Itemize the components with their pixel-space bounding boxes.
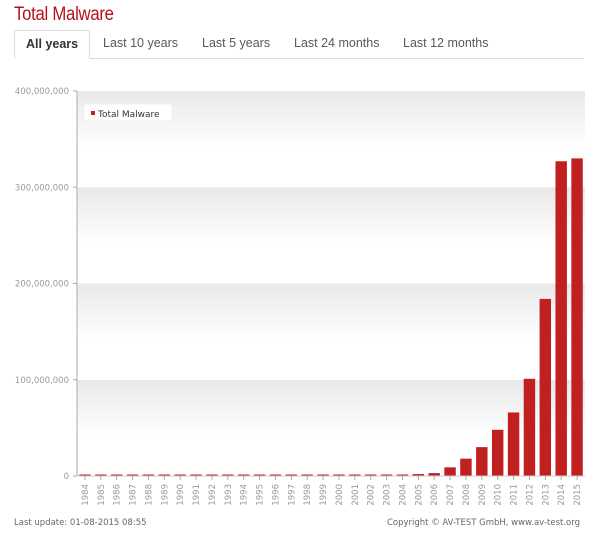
bar-2010: [491, 429, 504, 476]
x-tick-label: 1988: [144, 484, 154, 506]
x-tick-label: 2002: [367, 484, 377, 506]
x-tick-label: 2005: [414, 484, 424, 506]
x-tick-label: 1994: [240, 484, 250, 506]
x-tick-label: 2006: [430, 484, 440, 506]
x-tick-label: 1996: [271, 484, 281, 506]
y-tick-label: 400,000,000: [15, 87, 69, 97]
x-tick-label: 1998: [303, 484, 313, 506]
y-tick-label: 300,000,000: [15, 183, 69, 193]
x-tick-label: 2014: [557, 484, 567, 506]
x-tick-label: 1986: [113, 484, 123, 506]
x-tick-label: 1990: [176, 484, 186, 506]
y-axis: 0 100,000,000 200,000,000 300,000,000 400,00…: [15, 87, 78, 482]
x-tick-label: 1995: [256, 484, 266, 506]
bar-2007: [444, 467, 456, 476]
x-tick-label: 1997: [287, 484, 297, 506]
x-tick-label: 1991: [192, 484, 202, 506]
x-tick-label: 1989: [160, 484, 170, 506]
bar-2013: [539, 298, 552, 476]
copyright-text: Copyright © AV-TEST GmbH, www.av-test.or…: [386, 518, 580, 528]
grid-band: [77, 187, 585, 284]
bar-2008: [460, 458, 472, 476]
y-tick-label: 200,000,000: [15, 280, 69, 290]
x-axis: 1984 1985 1986 1987 1988 1989 1990 1991 1992 1993…: [77, 475, 585, 506]
last-update-text: Last update: 01-08-2015 08:55: [14, 518, 147, 528]
x-tick-label: 1987: [129, 484, 139, 506]
legend-label: Total Malware: [97, 110, 160, 120]
bar-2011: [507, 412, 520, 476]
x-tick-label: 1984: [81, 484, 91, 506]
bar-2015: [571, 158, 583, 476]
legend: Total Malware: [83, 103, 173, 122]
malware-bar-chart: 0 100,000,000 200,000,000 300,000,000 400,00…: [15, 87, 585, 506]
y-tick-label: 0: [64, 472, 69, 482]
x-tick-label: 2007: [446, 484, 456, 506]
x-tick-label: 1999: [319, 484, 329, 506]
x-tick-label: 2011: [510, 484, 520, 506]
bar-2014: [555, 161, 567, 476]
x-tick-label: 2004: [398, 484, 408, 506]
x-tick-label: 2013: [541, 484, 551, 506]
bar-2009: [476, 447, 488, 476]
x-tick-label: 2003: [383, 484, 393, 506]
x-tick-label: 2008: [462, 484, 472, 506]
x-tick-label: 2000: [335, 484, 345, 506]
x-tick-label: 1993: [224, 484, 234, 506]
y-tick-label: 100,000,000: [15, 376, 69, 386]
x-tick-label: 1985: [97, 484, 107, 506]
x-tick-label: 2012: [525, 484, 535, 506]
x-tick-label: 2001: [351, 484, 361, 506]
legend-marker: [91, 111, 95, 115]
x-tick-label: 1992: [208, 484, 218, 506]
x-tick-label: 2009: [478, 484, 488, 506]
grid-band: [77, 283, 585, 380]
bar-2012: [523, 378, 536, 476]
x-tick-label: 2015: [573, 484, 583, 506]
x-tick-label: 2010: [494, 484, 504, 506]
